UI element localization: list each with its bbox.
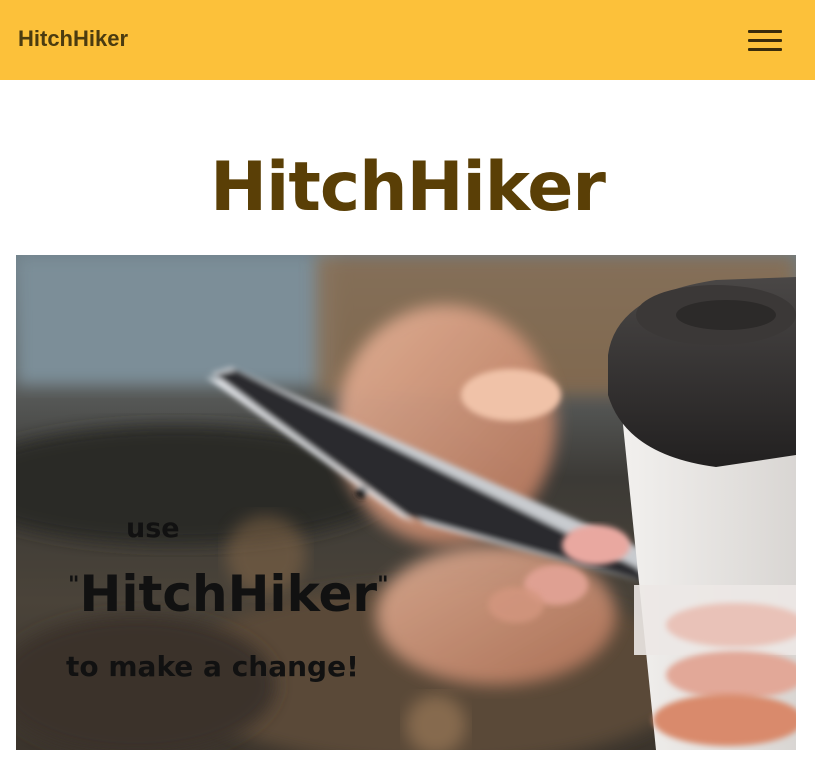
hero-tagline: use "HitchHiker" to make a change! — [16, 255, 796, 750]
tagline-quote-open: " — [68, 573, 80, 598]
menu-bar — [748, 39, 782, 42]
tagline-app-name: HitchHiker — [79, 565, 378, 623]
menu-bar — [748, 48, 782, 51]
hero-image: use "HitchHiker" to make a change! — [16, 255, 796, 750]
hamburger-menu-icon[interactable] — [748, 30, 782, 52]
tagline-quote-close: " — [377, 573, 389, 598]
tagline-line-1: use — [126, 513, 180, 544]
tagline-line-2: "HitchHiker" — [68, 565, 389, 623]
top-navbar: HitchHiker — [0, 0, 815, 80]
navbar-brand[interactable]: HitchHiker — [18, 26, 128, 52]
page-title: HitchHiker — [210, 148, 606, 227]
tagline-line-3: to make a change! — [66, 650, 359, 683]
menu-bar — [748, 30, 782, 33]
